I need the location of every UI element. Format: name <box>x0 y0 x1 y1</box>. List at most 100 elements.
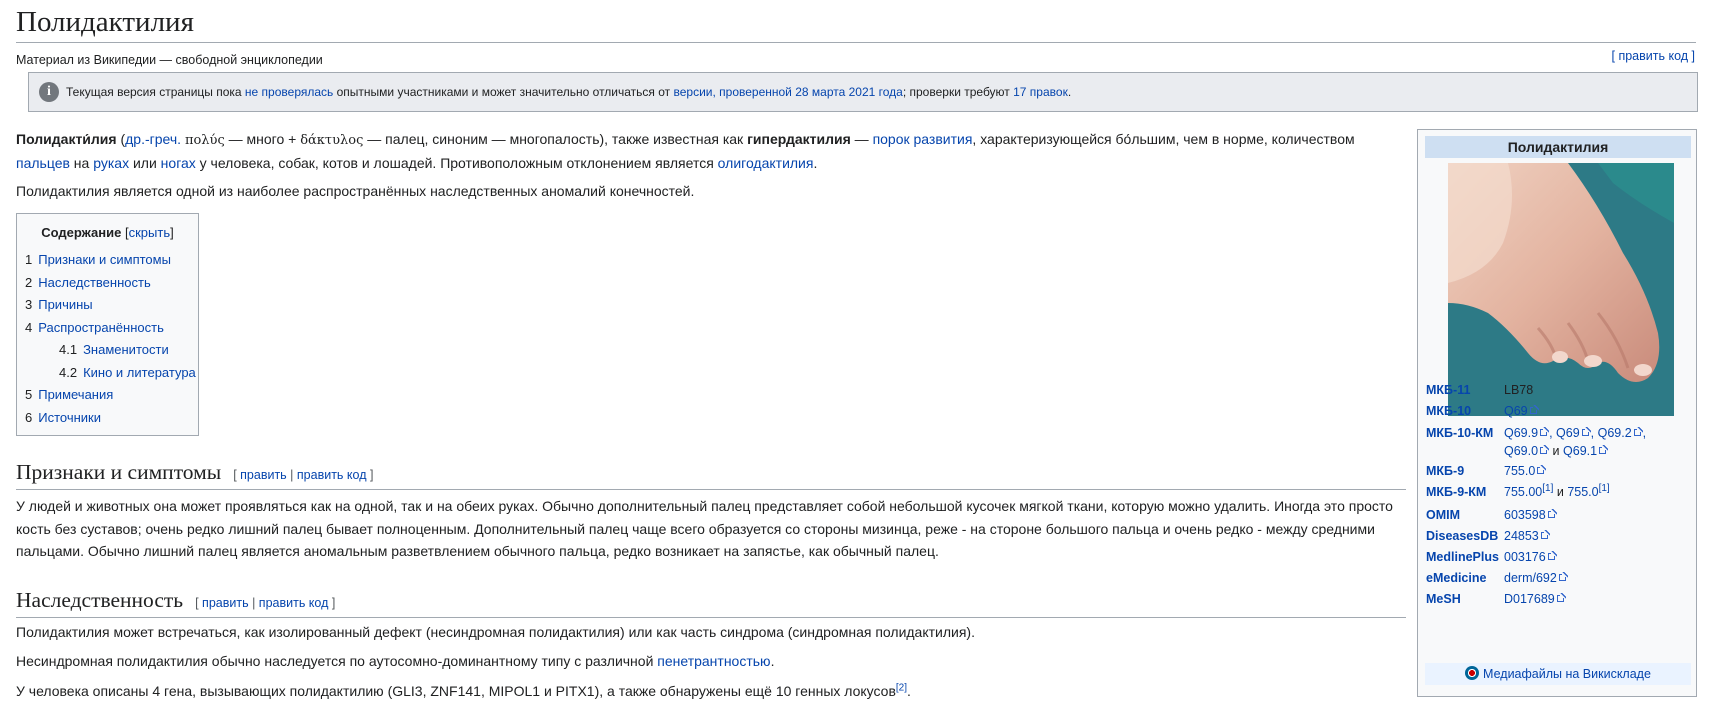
infobox-value: D017689 <box>1504 590 1566 608</box>
toc-link[interactable]: Наследственность <box>38 275 151 290</box>
ancient-greek-link[interactable]: др.-греч. <box>125 131 181 147</box>
edit-code-link[interactable]: править код <box>259 596 329 610</box>
infobox-row: MedlinePlus 003176 <box>1426 548 1692 566</box>
toc-item[interactable]: 1 Признаки и симптомы <box>25 249 190 272</box>
toc-link[interactable]: Причины <box>38 297 92 312</box>
infobox-key[interactable]: eMedicine <box>1426 569 1504 587</box>
notice-text: Текущая версия страницы пока не проверял… <box>66 85 1072 99</box>
footnote-link[interactable]: [2] <box>896 682 907 693</box>
code-link[interactable]: 755.0 <box>1504 464 1546 478</box>
toc-number: 1 <box>25 252 33 267</box>
infobox-row: МКБ-9-КМ 755.00[1] и 755.0[1] <box>1426 483 1692 501</box>
infobox-key[interactable]: MeSH <box>1426 590 1504 608</box>
toc-link[interactable]: Примечания <box>38 387 113 402</box>
heredity-paragraph-3: У человека описаны 4 гена, вызывающих по… <box>16 682 911 699</box>
toc-title: Содержание [скрыть] <box>41 225 174 240</box>
infobox-row: МКБ-9 755.0 <box>1426 462 1692 480</box>
code-link[interactable]: 755.0 <box>1567 485 1598 499</box>
infobox-key[interactable]: МКБ-9 <box>1426 462 1504 480</box>
code-link[interactable]: 003176 <box>1504 550 1557 564</box>
intro-paragraph-2: Полидактилия является одной из наиболее … <box>16 183 695 199</box>
toc-link[interactable]: Признаки и симптомы <box>38 252 171 267</box>
fingers-link[interactable]: пальцев <box>16 155 70 171</box>
toc-item[interactable]: 6 Источники <box>25 407 190 430</box>
edit-code-link[interactable]: править код <box>297 468 367 482</box>
hands-link[interactable]: руках <box>93 155 129 171</box>
toc-link[interactable]: Источники <box>38 410 101 425</box>
wikimedia-commons-icon <box>1465 666 1480 680</box>
code-link[interactable]: 755.00 <box>1504 485 1542 499</box>
code-link[interactable]: Q69.1 <box>1563 444 1608 458</box>
feet-link[interactable]: ногах <box>161 155 196 171</box>
code-link[interactable]: Q69.0 <box>1504 444 1549 458</box>
toc-number: 5 <box>25 387 33 402</box>
infobox-title: Полидактилия <box>1425 136 1691 158</box>
toc-toggle-link[interactable]: скрыть <box>129 225 171 240</box>
footnote-link[interactable]: [1] <box>1542 483 1553 494</box>
infobox-row: OMIM 603598 <box>1426 506 1692 524</box>
infobox-row: МКБ-10-КМ Q69.9, Q69, Q69.2, Q69.0 и Q69.1 <box>1426 424 1692 460</box>
infobox-row: eMedicine derm/692 <box>1426 569 1692 587</box>
review-notice: i Текущая версия страницы пока не провер… <box>28 72 1698 112</box>
edit-link[interactable]: править <box>240 468 287 482</box>
infobox-value: 24853 <box>1504 527 1550 545</box>
toc-link[interactable]: Знаменитости <box>83 342 169 357</box>
intro-paragraph-1: Полидакти́лия (др.-греч. πολύς — много +… <box>16 131 1355 171</box>
toc-number: 3 <box>25 297 33 312</box>
toc-number: 4.1 <box>59 342 78 357</box>
unreviewed-link[interactable]: не проверялась <box>245 85 333 99</box>
infobox-key[interactable]: OMIM <box>1426 506 1504 524</box>
infobox: Полидактилия МКБ-11 LB78 МКБ-10 Q69 МКБ-10-К… <box>1417 129 1697 697</box>
code-link[interactable]: Q69.9 <box>1504 426 1549 440</box>
code-link[interactable]: Q69 <box>1504 404 1539 418</box>
infobox-key[interactable]: МКБ-11 <box>1426 381 1504 399</box>
code-link[interactable]: Q69.2 <box>1598 426 1643 440</box>
code-link[interactable]: D017689 <box>1504 592 1566 606</box>
section-heading-symptoms: Признаки и симптомы[ править | править к… <box>16 458 1406 490</box>
symptoms-paragraph: У людей и животных она может проявляться… <box>16 498 1393 559</box>
infobox-key[interactable]: МКБ-10 <box>1426 402 1504 420</box>
code-link[interactable]: derm/692 <box>1504 571 1568 585</box>
birth-defect-link[interactable]: порок развития <box>873 131 973 147</box>
toc-item[interactable]: 3 Причины <box>25 294 190 317</box>
toc-item[interactable]: 2 Наследственность <box>25 272 190 295</box>
code-link[interactable]: 603598 <box>1504 508 1557 522</box>
edit-code-link[interactable]: [ править код ] <box>1612 49 1695 63</box>
infobox-value: Q69.9, Q69, Q69.2, Q69.0 и Q69.1 <box>1504 426 1647 458</box>
section-edit-links: [ править | править код ] <box>233 468 374 482</box>
section-edit-links: [ править | править код ] <box>195 596 336 610</box>
penetrance-link[interactable]: пенетрантностью <box>657 653 770 669</box>
toc-number: 4.2 <box>59 364 78 380</box>
infobox-value: Q69 <box>1504 402 1539 420</box>
toc-item[interactable]: 4 Распространённость <box>25 317 190 340</box>
infobox-image[interactable] <box>1448 163 1674 416</box>
infobox-value: 755.00[1] и 755.0[1] <box>1504 482 1610 499</box>
infobox-key[interactable]: МКБ-9-КМ <box>1426 483 1504 501</box>
toc-item[interactable]: 4.1 Знаменитости <box>25 339 190 362</box>
infobox-row: MeSH D017689 <box>1426 590 1692 608</box>
infobox-value: 003176 <box>1504 548 1557 566</box>
heredity-paragraph-1: Полидактилия может встречаться, как изол… <box>16 624 975 640</box>
edit-link[interactable]: править <box>202 596 249 610</box>
pending-edits-link[interactable]: 17 правок <box>1013 85 1068 99</box>
infobox-key[interactable]: МКБ-10-КМ <box>1426 424 1504 460</box>
infobox-key[interactable]: MedlinePlus <box>1426 548 1504 566</box>
oligodactyly-link[interactable]: олигодактилия <box>718 155 814 171</box>
toc-item[interactable]: 4.2 Кино и литература <box>25 362 196 385</box>
toc-item[interactable]: 5 Примечания <box>25 384 190 407</box>
toc-link[interactable]: Кино и литература <box>83 365 196 380</box>
infobox-value: derm/692 <box>1504 569 1568 587</box>
footnote-link[interactable]: [1] <box>1599 483 1610 494</box>
infobox-row: DiseasesDB 24853 <box>1426 527 1692 545</box>
code-link[interactable]: Q69 <box>1556 426 1591 440</box>
infobox-value: 755.0 <box>1504 462 1546 480</box>
toc-number: 4 <box>25 319 33 335</box>
infobox-key[interactable]: DiseasesDB <box>1426 527 1504 545</box>
code-link[interactable]: 24853 <box>1504 529 1550 543</box>
toc-number: 6 <box>25 409 33 425</box>
reviewed-version-link[interactable]: версии, проверенной 28 марта 2021 года <box>673 85 902 99</box>
section-heading-heredity: Наследственность[ править | править код … <box>16 586 1406 618</box>
toc-number: 2 <box>25 274 33 290</box>
toc-link[interactable]: Распространённость <box>38 320 164 335</box>
commons-media-link[interactable]: Медиафайлы на Викискладе <box>1425 663 1691 685</box>
